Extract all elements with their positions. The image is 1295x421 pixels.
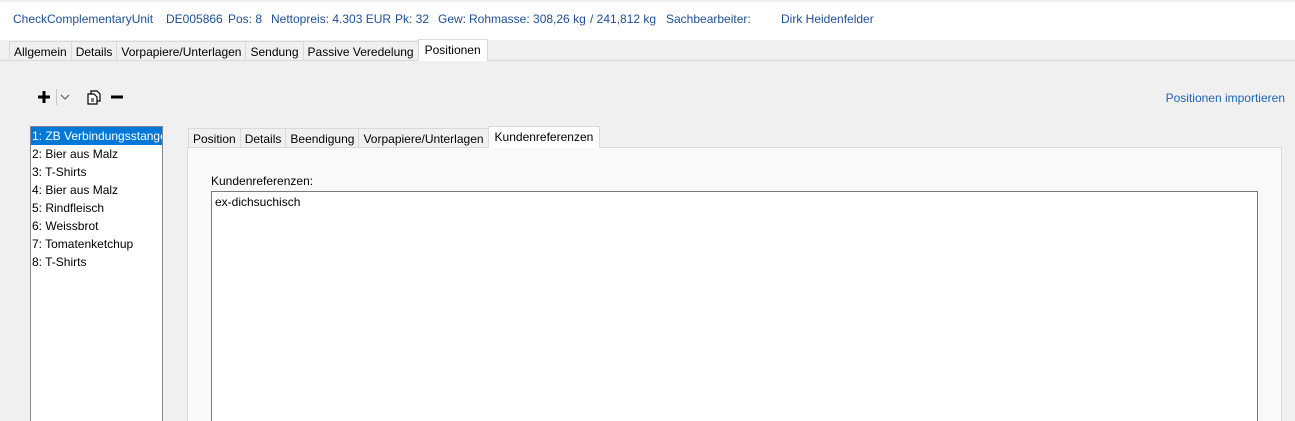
list-item[interactable]: 3: T-Shirts xyxy=(31,163,162,181)
main-tab-strip: Allgemein Details Vorpapiere/Unterlagen … xyxy=(9,39,488,61)
import-positions-link[interactable]: Positionen importieren xyxy=(1166,91,1285,105)
copy-icon[interactable] xyxy=(86,89,102,105)
tab-vorpapiere[interactable]: Vorpapiere/Unterlagen xyxy=(116,41,246,61)
clerk-name: Dirk Heidenfelder xyxy=(781,12,874,26)
subtab-details[interactable]: Details xyxy=(239,128,286,148)
package-count: Pk: 32 xyxy=(395,12,430,26)
net-price: Nettopreis: 4.303 EUR xyxy=(271,12,392,26)
list-item[interactable]: 7: Tomatenketchup xyxy=(31,235,162,253)
tab-sendung[interactable]: Sendung xyxy=(245,41,303,61)
list-item[interactable]: 6: Weissbrot xyxy=(31,217,162,235)
subtab-position[interactable]: Position xyxy=(188,128,240,148)
kundenreferenzen-label: Kundenreferenzen: xyxy=(211,174,314,188)
sub-tab-strip: Position Details Beendigung Vorpapiere/U… xyxy=(188,126,601,148)
weight-label: Gew: xyxy=(438,12,467,26)
list-item[interactable]: 5: Rindfleisch xyxy=(31,199,162,217)
tab-allgemein[interactable]: Allgemein xyxy=(9,41,71,61)
clerk-label: Sachbearbeiter: xyxy=(666,12,751,26)
subtab-vorpapiere[interactable]: Vorpapiere/Unterlagen xyxy=(358,128,488,148)
subtab-beendigung[interactable]: Beendigung xyxy=(285,128,359,148)
kundenreferenzen-textarea[interactable]: ex-dichsuchisch xyxy=(211,191,1258,421)
check-method: CheckComplementaryUnit xyxy=(13,12,154,26)
position-list[interactable]: 1: ZB Verbindungsstange 2: Bier aus Malz… xyxy=(30,126,163,421)
list-item[interactable]: 4: Bier aus Malz xyxy=(31,181,162,199)
tab-details[interactable]: Details xyxy=(70,41,117,61)
plus-icon[interactable] xyxy=(37,90,51,104)
toolbar-separator xyxy=(56,89,57,105)
divider xyxy=(0,0,1295,2)
position-count: Pos: 8 xyxy=(228,12,263,26)
net-mass: / 241,812 kg xyxy=(590,12,657,26)
list-item[interactable]: 1: ZB Verbindungsstange xyxy=(31,127,162,145)
reference-number: DE005866 xyxy=(166,12,223,26)
minus-icon[interactable] xyxy=(110,90,124,104)
chevron-down-icon[interactable] xyxy=(60,93,70,101)
gross-mass: Rohmasse: 308,26 kg xyxy=(469,12,586,26)
subtab-kundenreferenzen[interactable]: Kundenreferenzen xyxy=(487,126,601,148)
tab-positionen[interactable]: Positionen xyxy=(417,39,488,61)
list-item[interactable]: 8: T-Shirts xyxy=(31,253,162,271)
info-bar: CheckComplementaryUnit DE005866 Pos: 8 N… xyxy=(0,0,1295,40)
list-item[interactable]: 2: Bier aus Malz xyxy=(31,145,162,163)
app-window: CheckComplementaryUnit DE005866 Pos: 8 N… xyxy=(0,0,1295,421)
tab-passive-veredelung[interactable]: Passive Veredelung xyxy=(302,41,418,61)
